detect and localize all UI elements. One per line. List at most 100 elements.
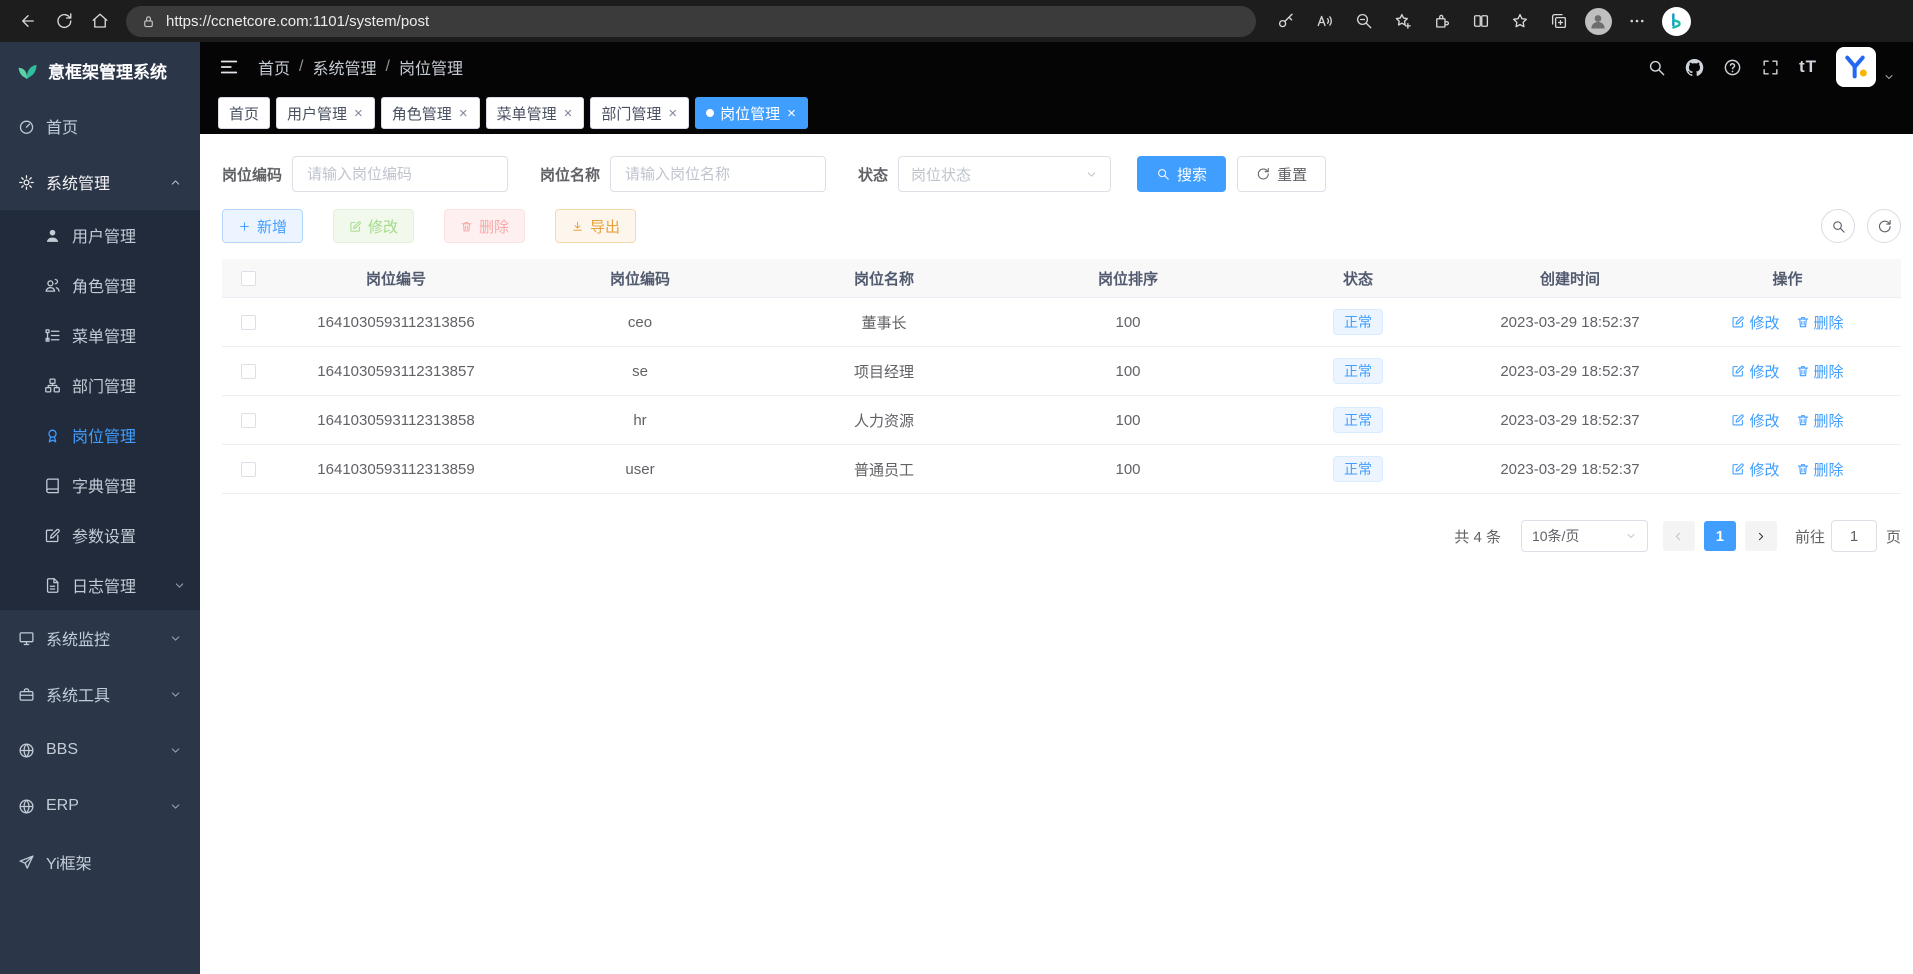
next-page-button[interactable] — [1745, 521, 1777, 551]
row-delete-button[interactable]: 删除 — [1796, 459, 1844, 480]
col-post-sort: 岗位排序 — [1006, 268, 1250, 289]
help-icon[interactable] — [1723, 58, 1742, 77]
toggle-search-button[interactable] — [1821, 209, 1855, 243]
collections-icon[interactable] — [1541, 4, 1577, 38]
bing-copilot-icon[interactable] — [1662, 7, 1691, 36]
sidebar-item-log-mgmt[interactable]: 日志管理 — [0, 560, 200, 610]
add-button[interactable]: 新增 — [222, 209, 303, 243]
tab-close-icon[interactable]: × — [667, 106, 678, 121]
col-ops: 操作 — [1674, 268, 1901, 289]
browser-profile-avatar[interactable] — [1580, 4, 1616, 38]
add-button-label: 新增 — [257, 216, 287, 237]
post-sort: 100 — [1006, 412, 1250, 429]
chevron-down-icon — [173, 579, 186, 592]
sidebar-item-bbs[interactable]: BBS — [0, 722, 200, 778]
sidebar-item-system-mgmt[interactable]: 系统管理 — [0, 154, 200, 210]
col-post-id: 岗位编号 — [274, 268, 518, 289]
sidebar-toggle-icon[interactable] — [218, 56, 240, 78]
page-content: 岗位编码 岗位名称 状态 岗位状态 搜索 重置 — [200, 134, 1913, 974]
tab-home[interactable]: 首页 — [218, 97, 270, 129]
page-1-button[interactable]: 1 — [1704, 521, 1736, 551]
sidebar-item-role-mgmt[interactable]: 角色管理 — [0, 260, 200, 310]
sidebar-item-erp[interactable]: ERP — [0, 778, 200, 834]
row-delete-button[interactable]: 删除 — [1796, 312, 1844, 333]
tab-close-icon[interactable]: × — [786, 106, 797, 121]
zoom-out-icon[interactable] — [1346, 4, 1382, 38]
sidebar-item-dept-mgmt[interactable]: 部门管理 — [0, 360, 200, 410]
delete-button[interactable]: 删除 — [444, 209, 525, 243]
user-avatar[interactable] — [1836, 47, 1895, 87]
search-icon[interactable] — [1647, 58, 1666, 77]
address-bar[interactable]: https://ccnetcore.com:1101/system/post — [126, 6, 1256, 37]
fullscreen-icon[interactable] — [1761, 58, 1780, 77]
refresh-table-button[interactable] — [1867, 209, 1901, 243]
sidebar-item-param-settings[interactable]: 参数设置 — [0, 510, 200, 560]
tab-role-mgmt[interactable]: 角色管理 × — [381, 97, 480, 129]
post-name: 人力资源 — [762, 410, 1006, 431]
edit-button[interactable]: 修改 — [333, 209, 414, 243]
row-edit-button[interactable]: 修改 — [1731, 312, 1779, 333]
row-checkbox[interactable] — [241, 364, 256, 379]
status-cell: 正常 — [1250, 358, 1466, 384]
extensions-icon[interactable] — [1424, 4, 1460, 38]
row-checkbox[interactable] — [241, 315, 256, 330]
sidebar-item-post-mgmt[interactable]: 岗位管理 — [0, 410, 200, 460]
sidebar-item-home[interactable]: 首页 — [0, 98, 200, 154]
browser-refresh-button[interactable] — [46, 4, 82, 38]
row-edit-button[interactable]: 修改 — [1731, 361, 1779, 382]
row-edit-button[interactable]: 修改 — [1731, 459, 1779, 480]
font-size-icon[interactable]: tT — [1799, 57, 1817, 77]
prev-page-button[interactable] — [1663, 521, 1695, 551]
breadcrumb-home[interactable]: 首页 — [258, 55, 290, 79]
tab-dept-mgmt[interactable]: 部门管理 × — [590, 97, 689, 129]
post-sort: 100 — [1006, 363, 1250, 380]
tab-post-mgmt[interactable]: 岗位管理 × — [695, 97, 808, 129]
sidebar-item-user-mgmt[interactable]: 用户管理 — [0, 210, 200, 260]
export-button[interactable]: 导出 — [555, 209, 636, 243]
browser-home-button[interactable] — [82, 4, 118, 38]
favorites-icon[interactable] — [1502, 4, 1538, 38]
paper-plane-icon — [18, 854, 35, 871]
goto-page-input[interactable] — [1831, 520, 1877, 552]
row-checkbox[interactable] — [241, 413, 256, 428]
sidebar-item-menu-mgmt[interactable]: 菜单管理 — [0, 310, 200, 360]
edit-icon — [44, 527, 61, 544]
tab-menu-mgmt[interactable]: 菜单管理 × — [486, 97, 585, 129]
page-size-select[interactable]: 10条/页 — [1521, 520, 1648, 552]
search-button[interactable]: 搜索 — [1137, 156, 1226, 192]
sidebar-item-dict-mgmt[interactable]: 字典管理 — [0, 460, 200, 510]
tab-user-mgmt[interactable]: 用户管理 × — [276, 97, 375, 129]
github-icon[interactable] — [1685, 58, 1704, 77]
post-code-input[interactable] — [292, 156, 508, 192]
browser-settings-menu-icon[interactable] — [1619, 4, 1655, 38]
split-screen-icon[interactable] — [1463, 4, 1499, 38]
created-time: 2023-03-29 18:52:37 — [1466, 412, 1674, 429]
browser-back-button[interactable] — [10, 4, 46, 38]
read-aloud-icon[interactable] — [1307, 4, 1343, 38]
post-id: 1641030593112313859 — [274, 461, 518, 478]
trash-icon — [1796, 315, 1810, 329]
row-checkbox[interactable] — [241, 462, 256, 477]
site-info-icon[interactable] — [141, 14, 156, 29]
tab-close-icon[interactable]: × — [353, 106, 364, 121]
row-delete-button[interactable]: 删除 — [1796, 410, 1844, 431]
chevron-down-icon — [1883, 71, 1895, 83]
ops-cell: 修改 删除 — [1674, 459, 1901, 480]
status-select[interactable]: 岗位状态 — [898, 156, 1111, 192]
row-delete-button[interactable]: 删除 — [1796, 361, 1844, 382]
tab-close-icon[interactable]: × — [458, 106, 469, 121]
sidebar-item-system-monitor[interactable]: 系统监控 — [0, 610, 200, 666]
reset-button[interactable]: 重置 — [1237, 156, 1326, 192]
row-edit-button[interactable]: 修改 — [1731, 410, 1779, 431]
created-time: 2023-03-29 18:52:37 — [1466, 363, 1674, 380]
post-name-input[interactable] — [610, 156, 826, 192]
favorites-add-icon[interactable] — [1385, 4, 1421, 38]
password-key-icon[interactable] — [1268, 4, 1304, 38]
sidebar-item-yi-framework[interactable]: Yi框架 — [0, 834, 200, 890]
select-all-checkbox[interactable] — [241, 271, 256, 286]
sidebar-item-system-tools[interactable]: 系统工具 — [0, 666, 200, 722]
tree-table-icon — [44, 327, 61, 344]
tab-close-icon[interactable]: × — [563, 106, 574, 121]
chevron-down-icon — [1085, 168, 1098, 181]
breadcrumb-system-mgmt[interactable]: 系统管理 — [312, 55, 376, 79]
